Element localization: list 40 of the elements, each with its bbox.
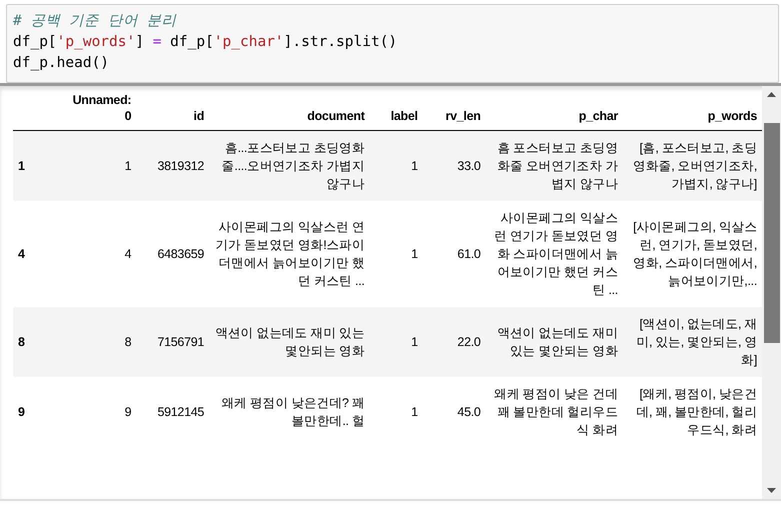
table-cell: 9 (58, 377, 136, 447)
code-cell[interactable]: # 공백 기준 단어 분리 df_p['p_words'] = df_p['p_char'].str.split() df_p.head() (6, 4, 779, 83)
row-index: 4 (13, 201, 58, 307)
table-cell: [액션이, 없는데도, 재미, 있는, 몇안되는, 영화] (622, 307, 762, 377)
table-cell: 액션이 없는데도 재미 있는 몇안되는 영화 (209, 307, 370, 377)
table-cell: 1 (370, 201, 423, 307)
table-cell: 7156791 (136, 307, 210, 377)
table-cell: [왜케, 평점이, 낮은건데, 꽤, 볼만한데, 헐리우드식, 화려 (622, 377, 762, 447)
scrollbar[interactable] (762, 86, 781, 499)
table-cell: 사이몬페그의 익살스런 연기가 돋보였던 영화!스파이더맨에서 늙어보이기만 했던 커스틴 ... (209, 201, 370, 307)
table-cell: 6483659 (136, 201, 210, 307)
table-cell: 흠 포스터보고 초딩영화줄 오버연기조차 가볍지 않구나 (486, 130, 623, 201)
table-cell: 4 (58, 201, 136, 307)
row-index: 8 (13, 307, 58, 377)
scroll-down-icon[interactable] (767, 488, 776, 493)
table-cell: 1 (58, 130, 136, 201)
table-cell: 61.0 (422, 201, 486, 307)
table-cell: 왜케 평점이 낮은 건데 꽤 볼만한데 헐리우드식 화려 (486, 377, 623, 447)
row-index: 1 (13, 130, 58, 201)
scroll-up-icon[interactable] (767, 92, 776, 97)
table-cell: 흠...포스터보고 초딩영화줄....오버연기조차 가볍지 않구나 (209, 130, 370, 201)
table-cell: 사이몬페그의 익살스런 연기가 돋보였던 영화 스파이더맨에서 늙어보이기만 했던 커스틴 ... (486, 201, 623, 307)
table-cell: [사이몬페그의, 익살스런, 연기가, 돋보였던, 영화, 스파이더맨에서, 늙어보이기만,... (622, 201, 762, 307)
table-cell: 5912145 (136, 377, 210, 447)
code-line: # 공백 기준 단어 분리 (13, 12, 178, 31)
code-line: df_p.head() (13, 54, 110, 73)
table-cell: [흠, 포스터보고, 초딩영화줄, 오버연기조차, 가볍지, 않구나] (622, 130, 762, 201)
table-cell: 액션이 없는데도 재미 있는 몇안되는 영화 (486, 307, 623, 377)
table-cell: 왜케 평점이 낮은건데? 꽤 볼만한데.. 헐 (209, 377, 370, 447)
table-cell: 22.0 (422, 307, 486, 377)
code-line: df_p['p_words'] = df_p['p_char'].str.split() (13, 33, 398, 52)
table-cell: 8 (58, 307, 136, 377)
table-cell: 33.0 (422, 130, 486, 201)
table-cell: 1 (370, 130, 423, 201)
table-cell: 1 (370, 307, 423, 377)
table-cell: 3819312 (136, 130, 210, 201)
table-cell: 1 (370, 377, 423, 447)
scrollbar-thumb[interactable] (764, 122, 780, 342)
table-cell: 45.0 (422, 377, 486, 447)
row-index: 9 (13, 377, 58, 447)
